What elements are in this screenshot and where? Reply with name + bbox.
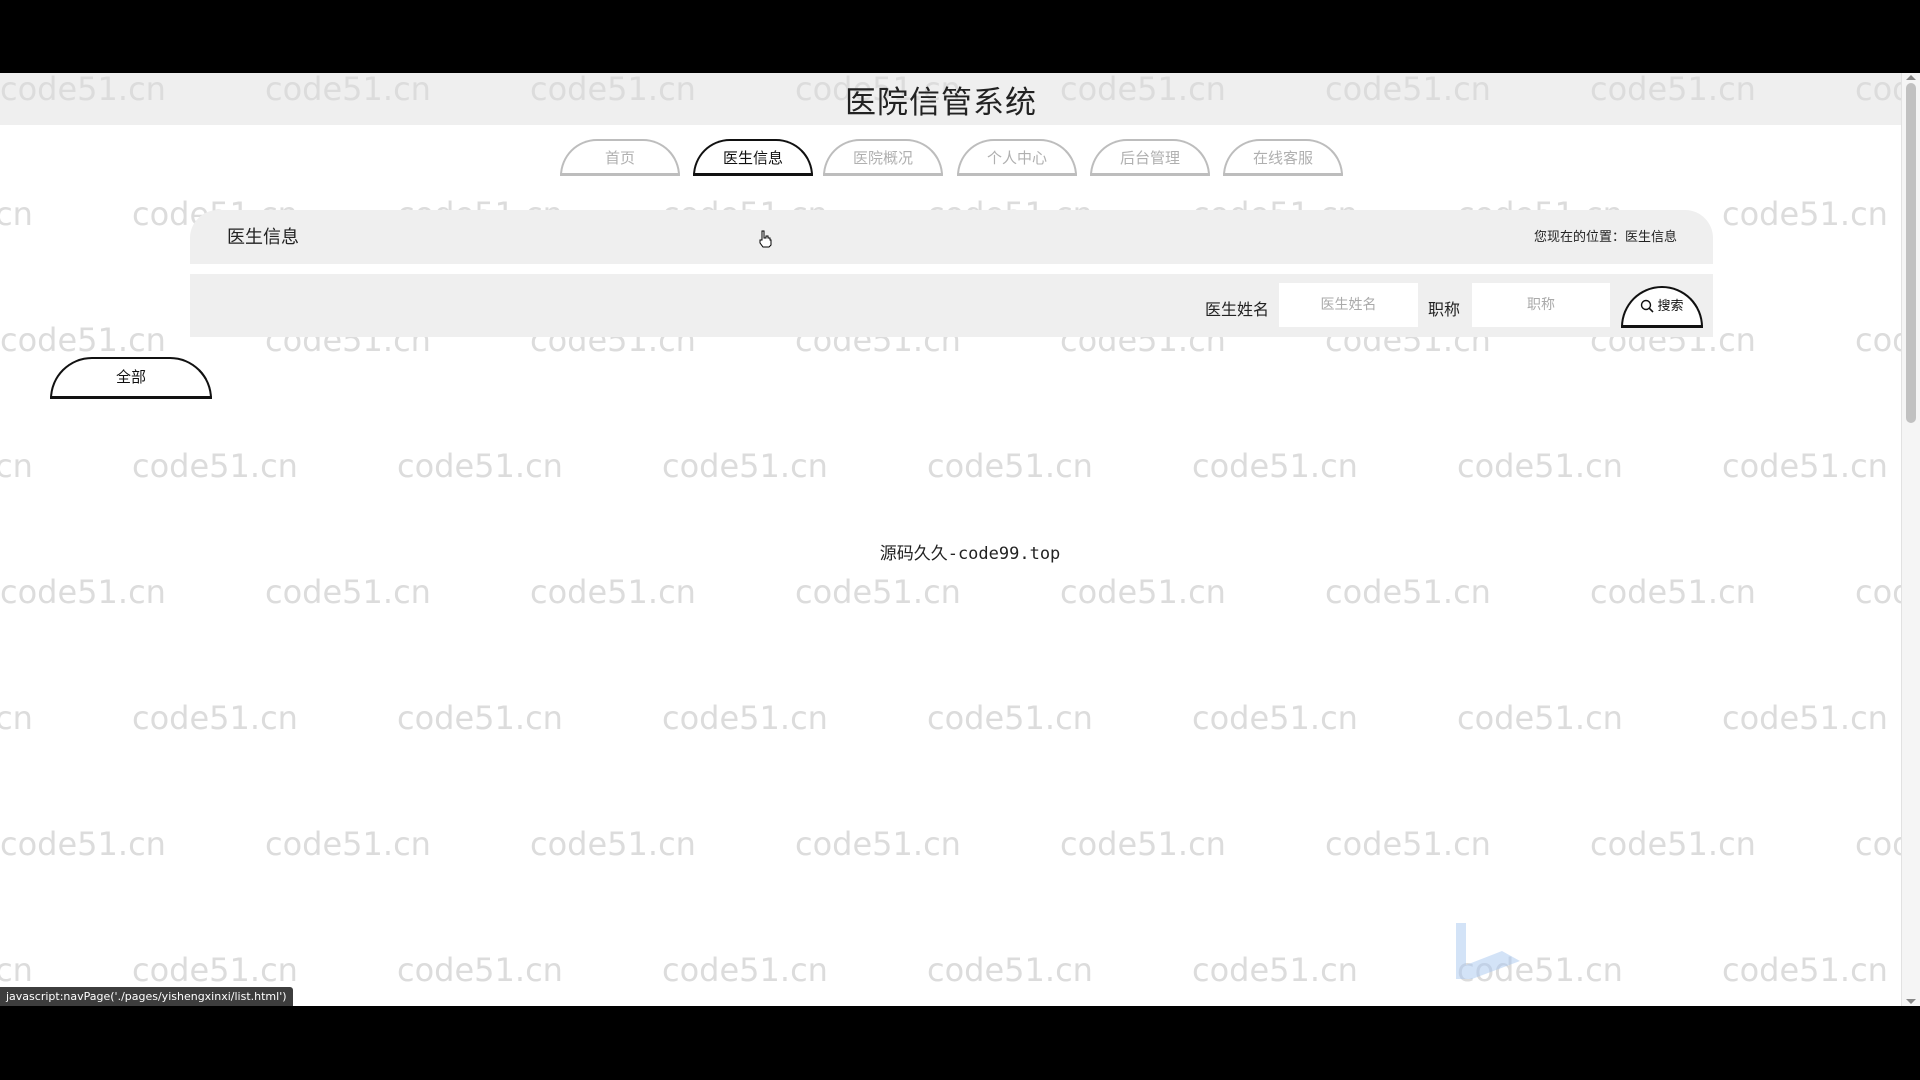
doctor-name-input[interactable] bbox=[1279, 283, 1418, 327]
watermark-text: code51.cn bbox=[1060, 825, 1226, 863]
nav-item-doctor-info[interactable]: 医生信息 bbox=[693, 139, 813, 176]
watermark-text: code51.cn bbox=[1722, 195, 1888, 233]
watermark-text: code51.cn bbox=[0, 951, 33, 989]
nav-item-admin[interactable]: 后台管理 bbox=[1090, 139, 1210, 176]
search-icon bbox=[1641, 299, 1655, 313]
watermark-text: code51.cn bbox=[265, 573, 431, 611]
watermark-text: code51.cn bbox=[1192, 699, 1358, 737]
watermark-text: code51.cn bbox=[795, 825, 961, 863]
watermark-text: code51.cn bbox=[0, 825, 166, 863]
watermark-text: code51.cn bbox=[1590, 825, 1756, 863]
main-nav: 首页 医生信息 医院概况 个人中心 后台管理 在线客服 bbox=[0, 139, 1920, 179]
category-all-button[interactable]: 全部 bbox=[50, 357, 212, 399]
section-header: 医生信息 您现在的位置：医生信息 bbox=[190, 210, 1713, 264]
corner-logo-icon bbox=[1456, 923, 1520, 979]
watermark-text: code51.cn bbox=[0, 699, 33, 737]
watermark-text: code51.cn bbox=[1722, 699, 1888, 737]
watermark-text: code51.cn bbox=[132, 699, 298, 737]
empty-note: 源码久久-code99.top bbox=[879, 544, 1061, 564]
browser-viewport: code51.cn code51.cn code51.cn code51.cn code… bbox=[0, 73, 1920, 1006]
watermark-text: code51.cn bbox=[1590, 573, 1756, 611]
watermark-text: code51.cn bbox=[927, 951, 1093, 989]
watermark-text: code51.cn bbox=[397, 447, 563, 485]
watermark-text: code51.cn bbox=[1060, 573, 1226, 611]
watermark-text: code51.cn bbox=[0, 195, 33, 233]
watermark-text: code51.cn bbox=[1457, 699, 1623, 737]
watermark-text: code51.cn bbox=[1325, 825, 1491, 863]
scroll-thumb[interactable] bbox=[1906, 83, 1916, 423]
watermark-text: code51.cn bbox=[530, 825, 696, 863]
watermark-text: code51.cn bbox=[1192, 447, 1358, 485]
watermark-text: code51.cn bbox=[795, 573, 961, 611]
watermark-text: code51.cn bbox=[1325, 573, 1491, 611]
watermark-text: code51.cn bbox=[662, 447, 828, 485]
nav-item-online-service[interactable]: 在线客服 bbox=[1223, 139, 1343, 176]
title-input[interactable] bbox=[1472, 283, 1610, 327]
watermark-text: code51.cn bbox=[1722, 447, 1888, 485]
watermark-text: code51.cn bbox=[0, 321, 166, 359]
watermark-text: code51.cn bbox=[1722, 951, 1888, 989]
search-bar: 医生姓名 职称 bbox=[190, 274, 1713, 337]
section-title: 医生信息 bbox=[227, 227, 299, 248]
watermark-text: code51.cn bbox=[662, 699, 828, 737]
scroll-down-arrow-icon[interactable] bbox=[1906, 999, 1916, 1004]
watermark-text: code51.cn bbox=[1192, 951, 1358, 989]
watermark-text: code51.cn bbox=[132, 951, 298, 989]
doctor-name-label: 医生姓名 bbox=[1205, 300, 1270, 319]
scroll-up-arrow-icon[interactable] bbox=[1906, 75, 1916, 80]
watermark-text: code51.cn bbox=[0, 573, 166, 611]
breadcrumb: 您现在的位置：医生信息 bbox=[1533, 230, 1677, 245]
scrollbar[interactable] bbox=[1901, 73, 1920, 1006]
status-bar-url: javascript:navPage('./pages/yishengxinxi… bbox=[0, 987, 293, 1006]
watermark-text: code51.cn bbox=[397, 699, 563, 737]
watermark-text: code51.cn bbox=[0, 447, 33, 485]
watermark-text: code51.cn bbox=[265, 825, 431, 863]
nav-item-home[interactable]: 首页 bbox=[560, 139, 680, 176]
search-button-label: 搜索 bbox=[1657, 299, 1684, 314]
hand-cursor-icon bbox=[759, 230, 772, 248]
watermark-text: code51.cn bbox=[397, 951, 563, 989]
title-label: 职称 bbox=[1428, 300, 1461, 319]
watermark-text: code51.cn bbox=[927, 699, 1093, 737]
watermark-text: code51.cn bbox=[132, 447, 298, 485]
watermark-text: code51.cn bbox=[927, 447, 1093, 485]
watermark-text: code51.cn bbox=[662, 951, 828, 989]
watermark-text: code51.cn bbox=[530, 573, 696, 611]
nav-item-personal-center[interactable]: 个人中心 bbox=[957, 139, 1077, 176]
nav-item-hospital-overview[interactable]: 医院概况 bbox=[823, 139, 943, 176]
watermark-text: code51.cn bbox=[1457, 447, 1623, 485]
site-title: 医院信管系统 bbox=[845, 85, 1037, 121]
